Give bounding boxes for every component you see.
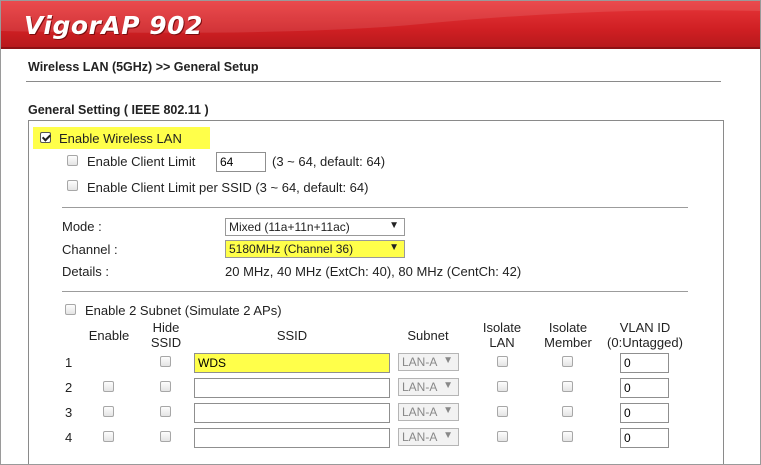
dropdown-arrow-icon: ▼ [389,242,399,253]
row-number: 3 [65,405,73,420]
header-banner: VigorAP 902 [1,1,760,49]
isolate-member-checkbox[interactable] [562,406,573,417]
subnet-select[interactable]: LAN-A ▼ [398,378,459,396]
row-number: 1 [65,355,73,370]
ssid-input[interactable] [194,428,390,448]
enable-ssid-checkbox[interactable] [103,431,114,442]
details-value: 20 MHz, 40 MHz (ExtCh: 40), 80 MHz (Cent… [225,264,522,279]
col-subnet-header: Subnet [407,328,449,343]
hide-ssid-checkbox[interactable] [160,381,171,392]
general-setting-panel: Enable Wireless LAN Enable Client Limit … [28,120,724,464]
col-enable-header: Enable [88,328,130,343]
subnet-select-value: LAN-A [402,405,438,419]
isolate-member-checkbox[interactable] [562,356,573,367]
title-divider [26,81,721,82]
hide-ssid-checkbox[interactable] [160,431,171,442]
ssid-input[interactable] [194,403,390,423]
hide-ssid-checkbox[interactable] [160,406,171,417]
divider-2 [62,291,688,292]
subnet-select[interactable]: LAN-A ▼ [398,353,459,371]
breadcrumb: Wireless LAN (5GHz) >> General Setup [28,60,259,74]
row-number: 2 [65,380,73,395]
col-isolate-member-header-line1: Isolate [548,320,588,335]
col-hide-ssid-header-line2: SSID [150,335,182,350]
subnet-label: Enable 2 Subnet (Simulate 2 APs) [85,303,282,318]
details-label: Details : [62,264,109,279]
mode-label: Mode : [62,219,102,234]
client-limit-input[interactable] [216,152,266,172]
isolate-lan-checkbox[interactable] [497,381,508,392]
enable-wireless-label: Enable Wireless LAN [59,131,182,146]
subnet-select[interactable]: LAN-A ▼ [398,428,459,446]
subnet-select-value: LAN-A [402,380,438,394]
col-isolate-member-header-line2: Member [544,335,592,350]
vlan-id-input[interactable] [620,378,669,398]
vlan-id-input[interactable] [620,353,669,373]
divider-1 [62,207,688,208]
subnet-select[interactable]: LAN-A ▼ [398,403,459,421]
channel-label: Channel : [62,242,118,257]
brand-logo: VigorAP 902 [24,11,203,40]
col-hide-ssid-header-line1: Hide [152,320,180,335]
dropdown-arrow-icon: ▼ [443,380,453,391]
client-limit-ssid-label: Enable Client Limit per SSID (3 ~ 64, de… [87,180,369,195]
client-limit-hint: (3 ~ 64, default: 64) [272,154,386,169]
row-number: 4 [65,430,73,445]
mode-select[interactable]: Mixed (11a+11n+11ac) ▼ [225,218,405,236]
enable-ssid-checkbox[interactable] [103,406,114,417]
isolate-lan-checkbox[interactable] [497,356,508,367]
isolate-member-checkbox[interactable] [562,381,573,392]
subnet-checkbox[interactable] [65,304,76,315]
section-title: General Setting ( IEEE 802.11 ) [28,103,209,117]
page-frame: VigorAP 902 Wireless LAN (5GHz) >> Gener… [0,0,761,465]
vlan-id-input[interactable] [620,403,669,423]
client-limit-label: Enable Client Limit [87,154,196,169]
enable-ssid-checkbox[interactable] [103,381,114,392]
isolate-lan-checkbox[interactable] [497,431,508,442]
col-ssid-header: SSID [276,328,308,343]
client-limit-ssid-checkbox[interactable] [67,180,78,191]
dropdown-arrow-icon: ▼ [389,220,399,231]
col-isolate-lan-header-line1: Isolate [482,320,522,335]
dropdown-arrow-icon: ▼ [443,430,453,441]
dropdown-arrow-icon: ▼ [443,355,453,366]
isolate-member-checkbox[interactable] [562,431,573,442]
hide-ssid-checkbox[interactable] [160,356,171,367]
col-vlan-header-line2: (0:Untagged) [607,335,683,350]
vlan-id-input[interactable] [620,428,669,448]
ssid-input[interactable] [194,378,390,398]
col-vlan-header-line1: VLAN ID [619,320,671,335]
channel-select[interactable]: 5180MHz (Channel 36) ▼ [225,240,405,258]
dropdown-arrow-icon: ▼ [443,405,453,416]
client-limit-checkbox[interactable] [67,155,78,166]
channel-select-value: 5180MHz (Channel 36) [229,242,354,256]
isolate-lan-checkbox[interactable] [497,406,508,417]
ssid-input[interactable] [194,353,390,373]
mode-select-value: Mixed (11a+11n+11ac) [229,220,350,234]
col-isolate-lan-header-line2: LAN [489,335,515,350]
subnet-select-value: LAN-A [402,355,438,369]
enable-wireless-checkbox[interactable] [40,132,51,143]
subnet-select-value: LAN-A [402,430,438,444]
